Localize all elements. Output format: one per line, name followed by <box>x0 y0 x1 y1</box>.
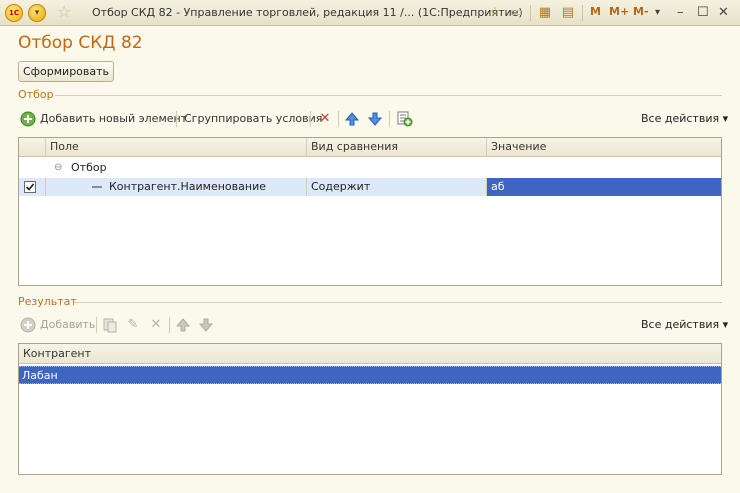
field-dash-icon <box>91 178 103 196</box>
add-favorite-icon[interactable]: ☆ <box>486 4 504 22</box>
calculator-icon[interactable]: ▦ <box>537 4 553 22</box>
group-conditions-button[interactable]: Сгруппировать условия <box>184 111 322 127</box>
minimize-icon[interactable]: – <box>677 4 684 22</box>
filter-table-header: Поле Вид сравнения Значение <box>19 138 721 157</box>
result-group-divider <box>74 302 722 303</box>
column-header-comparison[interactable]: Вид сравнения <box>307 138 487 157</box>
chevron-down-icon: ▾ <box>722 112 729 125</box>
close-icon[interactable]: ✕ <box>718 4 729 22</box>
row-field: Контрагент.Наименование <box>105 178 307 196</box>
filter-settings-icon[interactable] <box>395 110 413 127</box>
result-table[interactable]: Контрагент Лабан <box>18 343 722 475</box>
memory-mminus-button[interactable]: M- <box>633 5 649 18</box>
column-header-value[interactable]: Значение <box>487 138 721 157</box>
app-logo-icon[interactable]: 1С <box>5 4 23 22</box>
more-chevron-down-icon[interactable]: ▾ <box>655 4 660 22</box>
row-counterparty: Лабан <box>22 369 58 382</box>
window-title: Отбор СКД 82 - Управление торговлей, ред… <box>92 6 523 19</box>
result-all-actions-menu[interactable]: Все действия ▾ <box>641 318 728 331</box>
link-icon[interactable]: ▭ <box>508 4 524 22</box>
checkbox-checked-icon[interactable] <box>24 181 36 193</box>
toolbar-separator <box>389 111 390 127</box>
column-header-field[interactable]: Поле <box>46 138 307 157</box>
form-title: Отбор СКД 82 <box>18 33 143 53</box>
move-down-icon[interactable] <box>367 111 383 127</box>
toolbar-separator <box>310 111 311 127</box>
table-row[interactable]: Контрагент.Наименование Содержит аб <box>19 178 721 196</box>
favorites-star-icon[interactable]: ☆ <box>57 3 71 21</box>
filter-group-divider <box>55 95 722 96</box>
checkbox-column-header <box>19 138 46 157</box>
row-field: Отбор <box>71 161 107 174</box>
maximize-icon[interactable]: ☐ <box>697 4 709 22</box>
result-group-label: Результат <box>18 295 77 308</box>
copy-icon[interactable] <box>102 317 118 333</box>
memory-m-button[interactable]: M <box>590 5 601 18</box>
filter-group-label: Отбор <box>18 88 54 101</box>
memory-mplus-button[interactable]: M+ <box>609 5 629 18</box>
calendar-icon[interactable]: ▤ <box>560 4 576 22</box>
all-actions-label: Все действия <box>641 318 720 331</box>
row-checkbox-cell[interactable] <box>19 178 46 196</box>
filter-all-actions-menu[interactable]: Все действия ▾ <box>641 112 728 125</box>
add-circle-disabled-icon[interactable] <box>20 317 36 333</box>
edit-pencil-icon[interactable]: ✎ <box>125 317 141 333</box>
move-up-icon[interactable] <box>344 111 360 127</box>
table-row[interactable]: ⊖ Отбор <box>19 159 721 177</box>
toolbar-separator <box>338 111 339 127</box>
toolbar-separator <box>169 317 170 333</box>
chevron-down-icon: ▾ <box>722 318 729 331</box>
move-up-disabled-icon[interactable] <box>175 317 191 333</box>
add-circle-icon[interactable] <box>20 111 36 127</box>
toolbar-separator <box>176 111 177 127</box>
column-header-counterparty[interactable]: Контрагент <box>19 344 721 364</box>
table-row[interactable]: Лабан <box>19 366 721 384</box>
delete-icon[interactable]: ✕ <box>317 111 333 127</box>
window-titlebar: 1С ▾ ☆ Отбор СКД 82 - Управление торговл… <box>0 0 740 26</box>
add-button[interactable]: Добавить <box>40 317 95 333</box>
generate-button[interactable]: Сформировать <box>18 61 114 82</box>
row-value[interactable]: аб <box>487 178 721 196</box>
result-table-header: Контрагент <box>19 344 721 364</box>
delete-disabled-icon[interactable]: ✕ <box>148 317 164 333</box>
titlebar-separator <box>530 5 531 21</box>
main-menu-button[interactable]: ▾ <box>28 4 46 22</box>
move-down-disabled-icon[interactable] <box>198 317 214 333</box>
row-comparison[interactable]: Содержит <box>307 178 487 196</box>
titlebar-separator <box>582 5 583 21</box>
filter-table[interactable]: Поле Вид сравнения Значение ⊖ Отбор Конт… <box>18 137 722 286</box>
add-new-element-button[interactable]: Добавить новый элемент <box>40 111 187 127</box>
collapse-minus-icon[interactable]: ⊖ <box>50 159 64 177</box>
toolbar-separator <box>96 317 97 333</box>
all-actions-label: Все действия <box>641 112 720 125</box>
